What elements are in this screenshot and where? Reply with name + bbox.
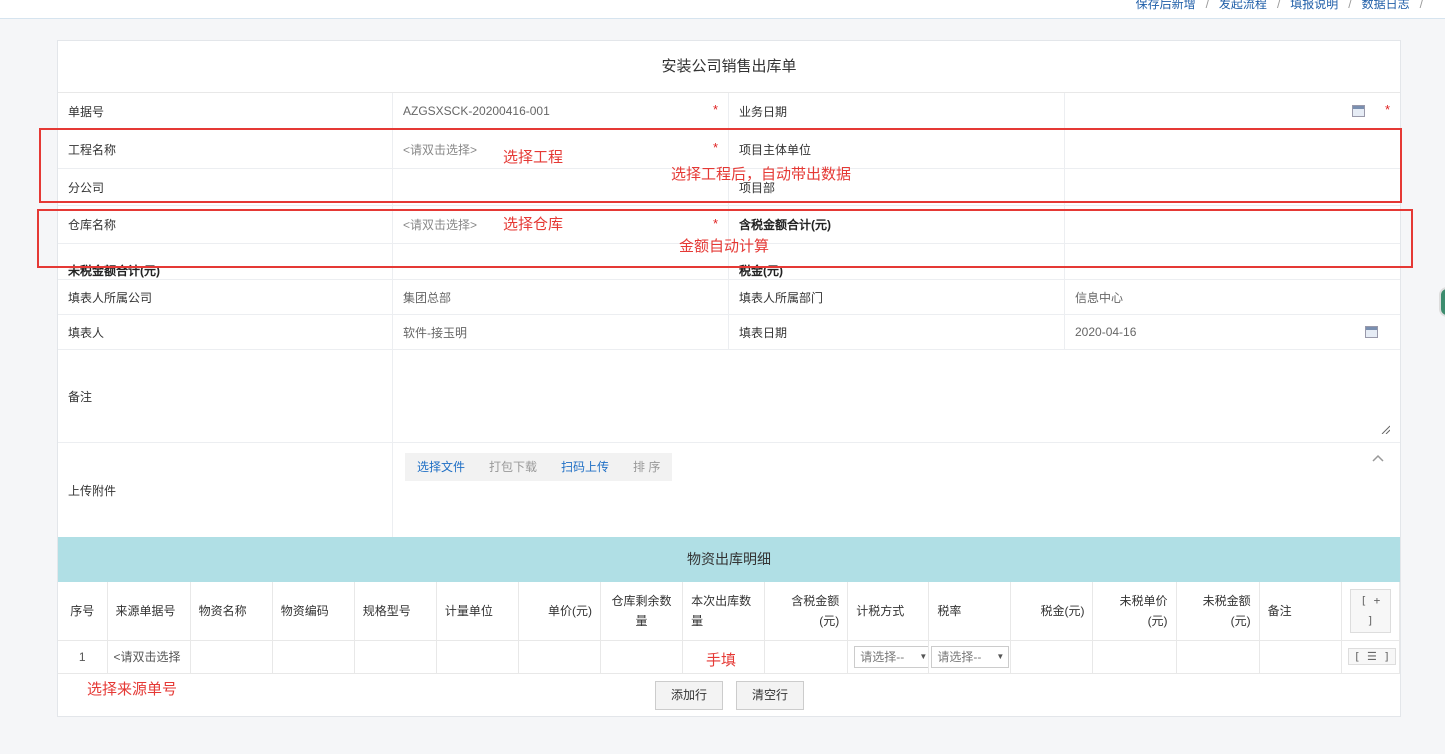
annotation-select-project: 选择工程 <box>503 149 564 166</box>
filler-dept-label: 填表人所属部门 <box>729 280 1065 314</box>
annotation-auto-calc: 金额自动计算 <box>679 238 770 255</box>
scan-upload-button[interactable]: 扫码上传 <box>549 453 622 481</box>
filler-label: 填表人 <box>58 315 393 349</box>
row-attachments: 上传附件 选择文件 打包下载 扫码上传 排 序 <box>58 443 1400 537</box>
row-tax <box>1010 640 1094 674</box>
row-source-field[interactable]: <请双击选择 <box>107 640 191 674</box>
row-material-code[interactable] <box>272 640 355 674</box>
chevron-up-icon[interactable] <box>1372 453 1384 465</box>
row-menu-icon[interactable]: [ ☰ ] <box>1347 648 1397 665</box>
remark-label: 备注 <box>58 350 393 442</box>
col-untaxed-price: 未税单价(元) <box>1092 582 1177 641</box>
row-material-name[interactable] <box>190 640 273 674</box>
filler-dept-value: 信息中心 <box>1075 290 1124 305</box>
col-material-name: 物资名称 <box>190 582 273 641</box>
form-title: 安装公司销售出库单 <box>58 41 1400 93</box>
row-untaxed-amount <box>1176 640 1260 674</box>
row-price[interactable] <box>518 640 602 674</box>
clear-rows-button[interactable]: 清空行 <box>736 681 805 710</box>
save-and-new-link[interactable]: 保存后新增 <box>1136 0 1196 11</box>
row-no: 1 <box>58 640 108 674</box>
row-untaxed-price <box>1092 640 1177 674</box>
row-spec[interactable] <box>354 640 437 674</box>
row-stock-qty <box>600 640 684 674</box>
annotation-auto-fill: 选择工程后，自动带出数据 <box>671 166 852 183</box>
col-source: 来源单据号 <box>107 582 191 641</box>
col-price: 单价(元) <box>518 582 602 641</box>
row-tax-method-cell: 请选择-- <box>847 640 930 674</box>
col-unit: 计量单位 <box>436 582 519 641</box>
side-float-tab[interactable] <box>1439 287 1445 317</box>
doc-no-label: 单据号 <box>58 93 393 129</box>
add-row-icon[interactable]: [ + ] <box>1349 588 1391 633</box>
calendar-icon[interactable] <box>1365 326 1378 338</box>
remark-textarea[interactable] <box>393 350 1393 442</box>
col-material-code: 物资编码 <box>272 582 355 641</box>
add-column-button[interactable]: [ + ] <box>1341 582 1401 641</box>
col-tax: 税金(元) <box>1010 582 1094 641</box>
remark-area <box>393 350 1400 442</box>
col-remark: 备注 <box>1259 582 1342 641</box>
detail-header-row: 序号 来源单据号 物资名称 物资编码 规格型号 计量单位 单价(元) 仓库剩余数… <box>58 582 1401 641</box>
col-untaxed-amount: 未税金额(元) <box>1176 582 1260 641</box>
col-out-qty: 本次出库数量 <box>682 582 766 641</box>
toolbar-links: 保存后新增 / 发起流程 / 填报说明 / 数据日志 / <box>1136 0 1433 12</box>
filler-company-label: 填表人所属公司 <box>58 280 393 314</box>
row-unit[interactable] <box>436 640 519 674</box>
row-tax-rate-cell: 请选择-- <box>928 640 1012 674</box>
add-row-button[interactable]: 添加行 <box>655 681 724 710</box>
choose-file-button[interactable]: 选择文件 <box>405 453 478 481</box>
biz-date-label: 业务日期 <box>729 93 1065 129</box>
col-tax-method: 计税方式 <box>847 582 930 641</box>
table-actions: 添加行 清空行 <box>655 681 817 710</box>
attach-buttons: 选择文件 打包下载 扫码上传 排 序 <box>405 453 673 481</box>
required-mark: * <box>1384 102 1390 117</box>
filler-company-value: 集团总部 <box>393 280 729 314</box>
row-filler: 填表人 软件-接玉明 填表日期 2020-04-16 <box>58 315 1400 350</box>
data-log-link[interactable]: 数据日志 <box>1362 0 1410 11</box>
row-filler-company: 填表人所属公司 集团总部 填表人所属部门 信息中心 <box>58 280 1400 315</box>
sort-button[interactable]: 排 序 <box>621 453 673 481</box>
row-remark[interactable] <box>1259 640 1342 674</box>
attach-label: 上传附件 <box>58 443 393 537</box>
annotation-select-source: 选择来源单号 <box>87 681 178 698</box>
tax-method-select[interactable]: 请选择-- <box>854 645 928 668</box>
col-spec: 规格型号 <box>354 582 437 641</box>
col-tax-rate: 税率 <box>928 582 1012 641</box>
top-toolbar: 保存后新增 / 发起流程 / 填报说明 / 数据日志 / <box>0 0 1445 19</box>
pack-download-button[interactable]: 打包下载 <box>477 453 550 481</box>
row-docno: 单据号 AZGSXSCK-20200416-001 * 业务日期 * <box>58 93 1400 130</box>
col-stock-qty: 仓库剩余数量 <box>600 582 684 641</box>
calendar-icon[interactable] <box>1352 105 1365 117</box>
doc-no-field[interactable]: AZGSXSCK-20200416-001 * <box>393 93 729 129</box>
col-taxed-amount: 含税金额(元) <box>764 582 849 641</box>
row-action-cell: [ ☰ ] <box>1341 640 1401 674</box>
start-flow-link[interactable]: 发起流程 <box>1219 0 1267 11</box>
filler-value: 软件-接玉明 <box>393 315 729 349</box>
biz-date-field[interactable]: * <box>1065 93 1400 129</box>
resize-handle-icon[interactable] <box>1380 424 1390 434</box>
fill-date-value: 2020-04-16 <box>1075 325 1137 339</box>
col-no: 序号 <box>58 582 108 641</box>
row-taxed-amount <box>764 640 849 674</box>
fill-guide-link[interactable]: 填报说明 <box>1290 0 1338 11</box>
annotation-select-warehouse: 选择仓库 <box>503 216 564 233</box>
fill-date-field[interactable]: 2020-04-16 <box>1065 315 1400 349</box>
annotation-manual-fill: 手填 <box>706 652 737 669</box>
detail-title: 物资出库明细 <box>58 537 1400 582</box>
tax-rate-select[interactable]: 请选择-- <box>931 645 1010 668</box>
fill-date-label: 填表日期 <box>729 315 1065 349</box>
doc-no-value: AZGSXSCK-20200416-001 <box>403 104 550 118</box>
required-mark: * <box>712 102 718 117</box>
row-remark: 备注 <box>58 350 1400 443</box>
